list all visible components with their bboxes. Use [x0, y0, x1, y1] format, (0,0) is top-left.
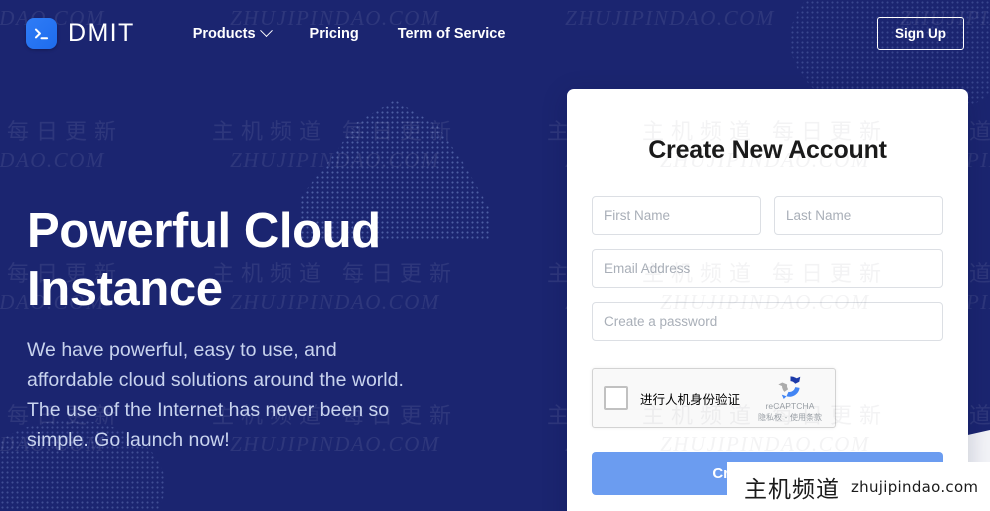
chevron-down-icon [259, 24, 273, 38]
hero-subtitle: We have powerful, easy to use, and affor… [27, 339, 404, 451]
recaptcha-checkbox[interactable] [604, 386, 628, 410]
nav-link-products[interactable]: Products [192, 24, 273, 42]
card-title: Create New Account [648, 136, 887, 164]
terminal-prompt-icon [26, 18, 57, 49]
recaptcha-label: 进行人机身份验证 [640, 391, 741, 407]
name-field-row [592, 196, 943, 235]
nav-link-term-of-service-label: Term of Service [397, 25, 506, 42]
sign-up-button[interactable]: Sign Up [877, 17, 964, 50]
hero-title-line-1: Powerful Cloud [27, 204, 381, 258]
recaptcha-widget[interactable]: 进行人机身份验证 reCAPTCHA 隐私权 - 使用条款 [592, 368, 836, 428]
nav-link-pricing-label: Pricing [309, 25, 359, 42]
watermark-badge-cn: 主机频道 [744, 476, 840, 503]
recaptcha-icon [777, 376, 800, 399]
email-input[interactable] [592, 249, 943, 288]
nav-links: Products Pricing Term of Service [192, 24, 506, 42]
page-root: 主机频道 每日更新ZHUJIPINDAO.COM主机频道 每日更新ZHUJIPI… [0, 0, 990, 511]
top-navigation-bar: DMIT Products Pricing Term of Service Si… [0, 0, 990, 67]
hero-title: Powerful Cloud Instance [27, 202, 457, 318]
recaptcha-branding: reCAPTCHA 隐私权 - 使用条款 [754, 373, 826, 423]
first-name-input[interactable] [592, 196, 761, 235]
nav-link-pricing[interactable]: Pricing [310, 26, 359, 42]
last-name-input[interactable] [774, 196, 943, 235]
password-field-row [592, 302, 943, 341]
password-input[interactable] [592, 302, 943, 341]
hero-title-line-2: Instance [27, 262, 223, 316]
recaptcha-terms-link[interactable]: 隐私权 - 使用条款 [754, 412, 826, 423]
hero-section: Powerful Cloud Instance We have powerful… [27, 202, 457, 455]
create-account-card: 主机频道 每日更新ZHUJIPINDAO.COM主机频道 每日更新ZHUJIPI… [567, 89, 968, 511]
watermark-badge: 主机频道 zhujipindao.com [727, 462, 990, 511]
brand-logo[interactable]: DMIT [26, 18, 135, 49]
nav-link-term-of-service[interactable]: Term of Service [398, 26, 506, 42]
brand-name: DMIT [68, 19, 135, 47]
recaptcha-brand-label: reCAPTCHA [765, 401, 815, 411]
email-field-row [592, 249, 943, 288]
watermark-badge-en: zhujipindao.com [851, 477, 979, 496]
nav-link-products-label: Products [192, 25, 256, 42]
